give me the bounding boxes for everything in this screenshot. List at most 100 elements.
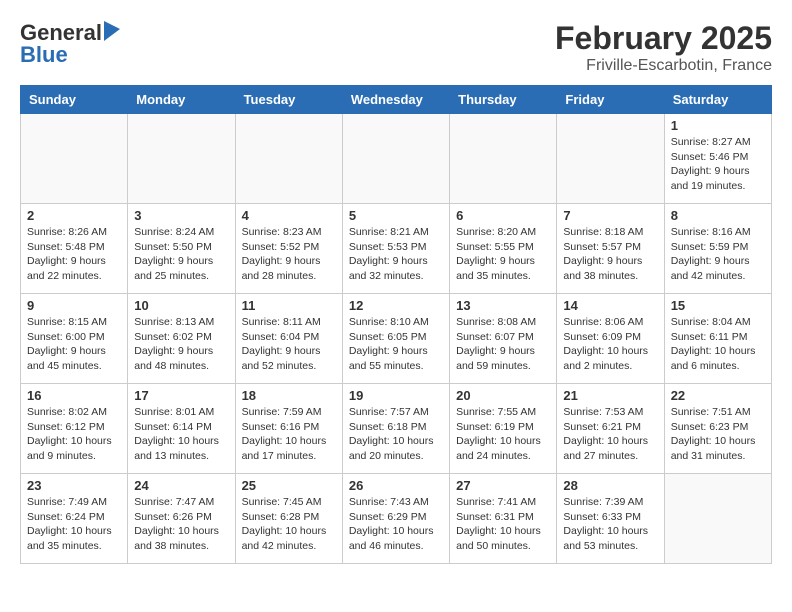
- table-row: 15 Sunrise: 8:04 AMSunset: 6:11 PMDayligh…: [664, 294, 771, 384]
- day-info: Sunrise: 7:43 AMSunset: 6:29 PMDaylight:…: [349, 495, 443, 554]
- day-number: 8: [671, 208, 765, 223]
- day-info: Sunrise: 7:47 AMSunset: 6:26 PMDaylight:…: [134, 495, 228, 554]
- col-friday: Friday: [557, 86, 664, 114]
- table-row: 26 Sunrise: 7:43 AMSunset: 6:29 PMDayligh…: [342, 474, 449, 564]
- month-year-title: February 2025: [555, 20, 772, 57]
- day-info: Sunrise: 8:13 AMSunset: 6:02 PMDaylight:…: [134, 315, 228, 374]
- day-info: Sunrise: 8:27 AMSunset: 5:46 PMDaylight:…: [671, 135, 765, 194]
- table-row: 1 Sunrise: 8:27 AMSunset: 5:46 PMDaylight…: [664, 114, 771, 204]
- table-row: 6 Sunrise: 8:20 AMSunset: 5:55 PMDaylight…: [450, 204, 557, 294]
- day-number: 15: [671, 298, 765, 313]
- day-info: Sunrise: 7:41 AMSunset: 6:31 PMDaylight:…: [456, 495, 550, 554]
- day-number: 5: [349, 208, 443, 223]
- day-info: Sunrise: 8:20 AMSunset: 5:55 PMDaylight:…: [456, 225, 550, 284]
- day-info: Sunrise: 8:21 AMSunset: 5:53 PMDaylight:…: [349, 225, 443, 284]
- day-number: 4: [242, 208, 336, 223]
- table-row: 16 Sunrise: 8:02 AMSunset: 6:12 PMDayligh…: [21, 384, 128, 474]
- calendar-week-5: 23 Sunrise: 7:49 AMSunset: 6:24 PMDayligh…: [21, 474, 772, 564]
- page-header: General Blue February 2025 Friville-Esca…: [20, 20, 772, 75]
- day-info: Sunrise: 7:51 AMSunset: 6:23 PMDaylight:…: [671, 405, 765, 464]
- calendar-week-1: 1 Sunrise: 8:27 AMSunset: 5:46 PMDaylight…: [21, 114, 772, 204]
- day-number: 28: [563, 478, 657, 493]
- table-row: 17 Sunrise: 8:01 AMSunset: 6:14 PMDayligh…: [128, 384, 235, 474]
- day-info: Sunrise: 7:59 AMSunset: 6:16 PMDaylight:…: [242, 405, 336, 464]
- table-row: 25 Sunrise: 7:45 AMSunset: 6:28 PMDayligh…: [235, 474, 342, 564]
- day-number: 7: [563, 208, 657, 223]
- day-number: 17: [134, 388, 228, 403]
- day-number: 16: [27, 388, 121, 403]
- table-row: 27 Sunrise: 7:41 AMSunset: 6:31 PMDayligh…: [450, 474, 557, 564]
- table-row: [450, 114, 557, 204]
- table-row: 10 Sunrise: 8:13 AMSunset: 6:02 PMDayligh…: [128, 294, 235, 384]
- day-info: Sunrise: 8:06 AMSunset: 6:09 PMDaylight:…: [563, 315, 657, 374]
- day-info: Sunrise: 8:24 AMSunset: 5:50 PMDaylight:…: [134, 225, 228, 284]
- day-info: Sunrise: 8:02 AMSunset: 6:12 PMDaylight:…: [27, 405, 121, 464]
- table-row: 2Sunrise: 8:26 AMSunset: 5:48 PMDaylight…: [21, 204, 128, 294]
- day-number: 27: [456, 478, 550, 493]
- table-row: 7 Sunrise: 8:18 AMSunset: 5:57 PMDaylight…: [557, 204, 664, 294]
- day-number: 9: [27, 298, 121, 313]
- day-number: 3: [134, 208, 228, 223]
- day-number: 10: [134, 298, 228, 313]
- table-row: 9 Sunrise: 8:15 AMSunset: 6:00 PMDaylight…: [21, 294, 128, 384]
- day-number: 6: [456, 208, 550, 223]
- calendar-header-row: Sunday Monday Tuesday Wednesday Thursday…: [21, 86, 772, 114]
- day-info: Sunrise: 7:53 AMSunset: 6:21 PMDaylight:…: [563, 405, 657, 464]
- table-row: 4Sunrise: 8:23 AMSunset: 5:52 PMDaylight…: [235, 204, 342, 294]
- table-row: 19 Sunrise: 7:57 AMSunset: 6:18 PMDayligh…: [342, 384, 449, 474]
- table-row: 12 Sunrise: 8:10 AMSunset: 6:05 PMDayligh…: [342, 294, 449, 384]
- table-row: [664, 474, 771, 564]
- col-thursday: Thursday: [450, 86, 557, 114]
- col-sunday: Sunday: [21, 86, 128, 114]
- day-info: Sunrise: 8:01 AMSunset: 6:14 PMDaylight:…: [134, 405, 228, 464]
- calendar-week-2: 2Sunrise: 8:26 AMSunset: 5:48 PMDaylight…: [21, 204, 772, 294]
- table-row: 21Sunrise: 7:53 AMSunset: 6:21 PMDayligh…: [557, 384, 664, 474]
- calendar-week-3: 9 Sunrise: 8:15 AMSunset: 6:00 PMDaylight…: [21, 294, 772, 384]
- day-number: 1: [671, 118, 765, 133]
- day-info: Sunrise: 8:18 AMSunset: 5:57 PMDaylight:…: [563, 225, 657, 284]
- day-number: 14: [563, 298, 657, 313]
- table-row: 22Sunrise: 7:51 AMSunset: 6:23 PMDayligh…: [664, 384, 771, 474]
- location-subtitle: Friville-Escarbotin, France: [555, 57, 772, 75]
- day-number: 20: [456, 388, 550, 403]
- table-row: 23 Sunrise: 7:49 AMSunset: 6:24 PMDayligh…: [21, 474, 128, 564]
- table-row: [235, 114, 342, 204]
- day-info: Sunrise: 8:15 AMSunset: 6:00 PMDaylight:…: [27, 315, 121, 374]
- day-info: Sunrise: 7:55 AMSunset: 6:19 PMDaylight:…: [456, 405, 550, 464]
- col-monday: Monday: [128, 86, 235, 114]
- day-number: 11: [242, 298, 336, 313]
- day-info: Sunrise: 7:57 AMSunset: 6:18 PMDaylight:…: [349, 405, 443, 464]
- day-number: 25: [242, 478, 336, 493]
- day-info: Sunrise: 8:16 AMSunset: 5:59 PMDaylight:…: [671, 225, 765, 284]
- table-row: [557, 114, 664, 204]
- table-row: 5 Sunrise: 8:21 AMSunset: 5:53 PMDaylight…: [342, 204, 449, 294]
- day-number: 26: [349, 478, 443, 493]
- day-number: 23: [27, 478, 121, 493]
- table-row: 13 Sunrise: 8:08 AMSunset: 6:07 PMDayligh…: [450, 294, 557, 384]
- day-info: Sunrise: 7:45 AMSunset: 6:28 PMDaylight:…: [242, 495, 336, 554]
- day-info: Sunrise: 8:08 AMSunset: 6:07 PMDaylight:…: [456, 315, 550, 374]
- day-info: Sunrise: 8:10 AMSunset: 6:05 PMDaylight:…: [349, 315, 443, 374]
- day-info: Sunrise: 8:11 AMSunset: 6:04 PMDaylight:…: [242, 315, 336, 374]
- logo-blue-text: Blue: [20, 42, 68, 68]
- table-row: 20 Sunrise: 7:55 AMSunset: 6:19 PMDayligh…: [450, 384, 557, 474]
- logo-icon: [104, 21, 120, 41]
- day-info: Sunrise: 7:39 AMSunset: 6:33 PMDaylight:…: [563, 495, 657, 554]
- day-number: 13: [456, 298, 550, 313]
- col-saturday: Saturday: [664, 86, 771, 114]
- calendar-table: Sunday Monday Tuesday Wednesday Thursday…: [20, 85, 772, 564]
- day-number: 12: [349, 298, 443, 313]
- table-row: 14 Sunrise: 8:06 AMSunset: 6:09 PMDayligh…: [557, 294, 664, 384]
- calendar-week-4: 16 Sunrise: 8:02 AMSunset: 6:12 PMDayligh…: [21, 384, 772, 474]
- table-row: [21, 114, 128, 204]
- day-info: Sunrise: 7:49 AMSunset: 6:24 PMDaylight:…: [27, 495, 121, 554]
- day-info: Sunrise: 8:04 AMSunset: 6:11 PMDaylight:…: [671, 315, 765, 374]
- table-row: [128, 114, 235, 204]
- table-row: [342, 114, 449, 204]
- table-row: 18Sunrise: 7:59 AMSunset: 6:16 PMDayligh…: [235, 384, 342, 474]
- table-row: 11 Sunrise: 8:11 AMSunset: 6:04 PMDayligh…: [235, 294, 342, 384]
- table-row: 3 Sunrise: 8:24 AMSunset: 5:50 PMDaylight…: [128, 204, 235, 294]
- col-wednesday: Wednesday: [342, 86, 449, 114]
- day-number: 19: [349, 388, 443, 403]
- title-block: February 2025 Friville-Escarbotin, Franc…: [555, 20, 772, 75]
